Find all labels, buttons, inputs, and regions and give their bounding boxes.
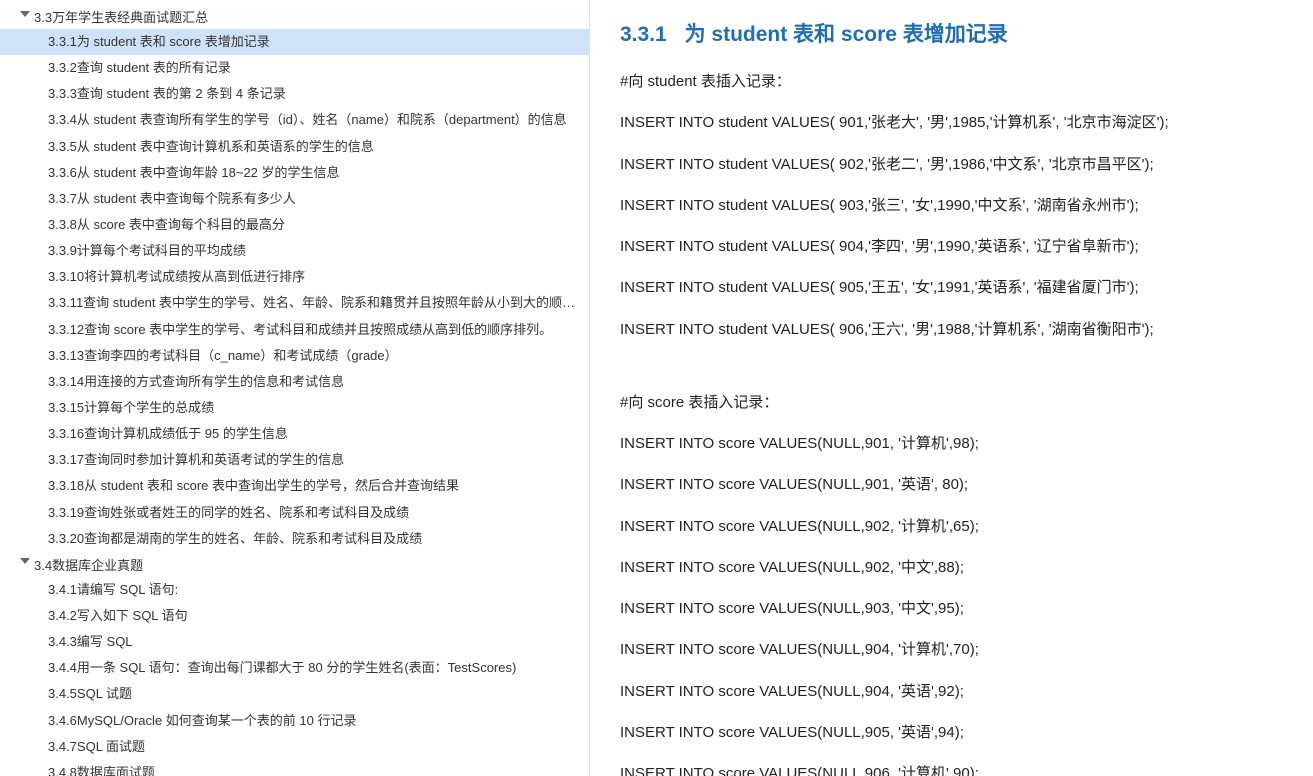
comment-line: #向 score 表插入记录： [620,391,1283,414]
toc-item[interactable]: 3.4.1请编写 SQL 语句: [0,577,589,603]
toc-item[interactable]: 3.4.8数据库面试题 [0,760,589,776]
sql-line: INSERT INTO student VALUES( 901,'张老大', '… [620,111,1283,134]
sql-line: INSERT INTO student VALUES( 906,'王六', '男… [620,318,1283,341]
toc-item[interactable]: 3.3.12查询 score 表中学生的学号、考试科目和成绩并且按照成绩从高到低… [0,317,589,343]
toc-item[interactable]: 3.3.20查询都是湖南的学生的姓名、年龄、院系和考试科目及成绩 [0,526,589,552]
toc-item[interactable]: 3.3.17查询同时参加计算机和英语考试的学生的信息 [0,447,589,473]
sql-line: INSERT INTO score VALUES(NULL,902, '计算机'… [620,515,1283,538]
toc-item[interactable]: 3.4.6MySQL/Oracle 如何查询某一个表的前 10 行记录 [0,708,589,734]
toc-item[interactable]: 3.4.4用一条 SQL 语句：查询出每门课都大于 80 分的学生姓名(表面：T… [0,655,589,681]
toc-section-header[interactable]: 3.3万年学生表经典面试题汇总 [0,4,589,29]
app-root: 3.3万年学生表经典面试题汇总3.3.1为 student 表和 score 表… [0,0,1313,776]
toc-item[interactable]: 3.3.16查询计算机成绩低于 95 的学生信息 [0,421,589,447]
toc-section-title: 3.3万年学生表经典面试题汇总 [34,7,208,26]
toc-item[interactable]: 3.3.7从 student 表中查询每个院系有多少人 [0,186,589,212]
sql-line: INSERT INTO student VALUES( 903,'张三', '女… [620,194,1283,217]
toc-item[interactable]: 3.3.1为 student 表和 score 表增加记录 [0,29,589,55]
toc-section-header[interactable]: 3.4数据库企业真题 [0,552,589,577]
sql-line: INSERT INTO score VALUES(NULL,901, '计算机'… [620,432,1283,455]
sql-line: INSERT INTO student VALUES( 902,'张老二', '… [620,153,1283,176]
sql-line: INSERT INTO score VALUES(NULL,905, '英语',… [620,721,1283,744]
content-pane: 3.3.1 为 student 表和 score 表增加记录 #向 studen… [590,0,1313,776]
toc-item[interactable]: 3.3.19查询姓张或者姓王的同学的姓名、院系和考试科目及成绩 [0,500,589,526]
comment-line: #向 student 表插入记录： [620,70,1283,93]
chevron-down-icon [18,12,28,22]
sql-line: INSERT INTO student VALUES( 904,'李四', '男… [620,235,1283,258]
sql-line: INSERT INTO score VALUES(NULL,901, '英语',… [620,473,1283,496]
toc-item[interactable]: 3.3.14用连接的方式查询所有学生的信息和考试信息 [0,369,589,395]
toc-item[interactable]: 3.3.6从 student 表中查询年龄 18~22 岁的学生信息 [0,160,589,186]
spacer [620,359,1283,391]
sql-block-score: INSERT INTO score VALUES(NULL,901, '计算机'… [620,432,1283,776]
toc-item[interactable]: 3.3.15计算每个学生的总成绩 [0,395,589,421]
sql-block-student: INSERT INTO student VALUES( 901,'张老大', '… [620,111,1283,341]
toc-item[interactable]: 3.4.7SQL 面试题 [0,734,589,760]
toc-item[interactable]: 3.3.18从 student 表和 score 表中查询出学生的学号，然后合并… [0,473,589,499]
toc-item[interactable]: 3.3.9计算每个考试科目的平均成绩 [0,238,589,264]
toc-item[interactable]: 3.4.5SQL 试题 [0,681,589,707]
sql-line: INSERT INTO score VALUES(NULL,904, '计算机'… [620,638,1283,661]
toc-item[interactable]: 3.3.10将计算机考试成绩按从高到低进行排序 [0,264,589,290]
page-heading: 3.3.1 为 student 表和 score 表增加记录 [620,18,1283,48]
sql-line: INSERT INTO score VALUES(NULL,903, '中文',… [620,597,1283,620]
heading-number: 3.3.1 [620,23,667,46]
toc-sidebar[interactable]: 3.3万年学生表经典面试题汇总 3.3.1为 student 表和 score 表… [0,0,590,776]
toc-item[interactable]: 3.3.13查询李四的考试科目（c_name）和考试成绩（grade） [0,343,589,369]
sql-line: INSERT INTO score VALUES(NULL,906, '计算机'… [620,762,1283,776]
toc-item[interactable]: 3.3.5从 student 表中查询计算机系和英语系的学生的信息 [0,134,589,160]
chevron-down-icon [18,559,28,569]
toc-item[interactable]: 3.3.11查询 student 表中学生的学号、姓名、年龄、院系和籍贯并且按照… [0,290,589,316]
sql-line: INSERT INTO score VALUES(NULL,902, '中文',… [620,556,1283,579]
toc-item[interactable]: 3.4.2写入如下 SQL 语句 [0,603,589,629]
heading-text: 为 student 表和 score 表增加记录 [685,23,1008,46]
toc-item[interactable]: 3.3.4从 student 表查询所有学生的学号（id）、姓名（name）和院… [0,107,589,133]
toc-section-title: 3.4数据库企业真题 [34,555,143,574]
toc-item[interactable]: 3.3.8从 score 表中查询每个科目的最高分 [0,212,589,238]
toc-item[interactable]: 3.3.2查询 student 表的所有记录 [0,55,589,81]
toc-item[interactable]: 3.4.3编写 SQL [0,629,589,655]
sql-line: INSERT INTO student VALUES( 905,'王五', '女… [620,276,1283,299]
sql-line: INSERT INTO score VALUES(NULL,904, '英语',… [620,680,1283,703]
toc-item[interactable]: 3.3.3查询 student 表的第 2 条到 4 条记录 [0,81,589,107]
